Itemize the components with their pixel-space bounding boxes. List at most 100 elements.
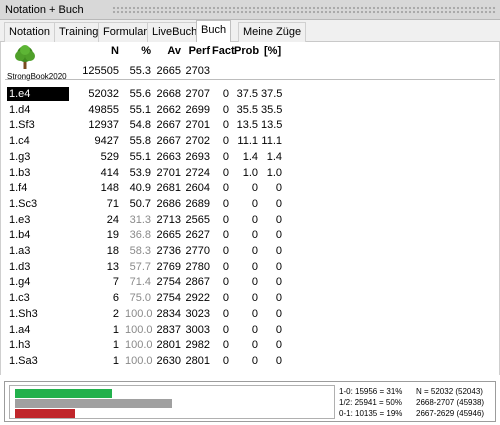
move-probability-percent: 13.5 [261, 119, 283, 132]
tab-training[interactable]: Training [54, 22, 104, 42]
move-row[interactable]: 1.Sh3 2 100.0 2834 3023 0 0 0 [1, 307, 500, 321]
tab-livebuch[interactable]: LiveBuch [147, 22, 203, 42]
move-probability: 0 [251, 339, 258, 352]
move-avg-elo: 2667 [156, 119, 181, 132]
total-av: 2665 [156, 65, 181, 77]
header-divider [5, 79, 495, 80]
col-header-prob-percent[interactable]: [%] [264, 45, 281, 57]
result-bars [9, 385, 335, 419]
col-header-perf[interactable]: Perf [184, 45, 210, 57]
move-probability-percent: 37.5 [261, 88, 283, 100]
move-performance: 3003 [185, 323, 210, 336]
move-name: 1.e3 [9, 213, 31, 226]
move-factor: 0 [222, 119, 229, 132]
move-avg-elo: 2630 [156, 354, 181, 367]
move-name: 1.Sf3 [9, 119, 35, 132]
move-row[interactable]: 1.Sf3 12937 54.8 2667 2701 0 13.5 13.5 [1, 118, 500, 132]
move-row[interactable]: 1.e4 52032 55.6 2668 2707 0 37.5 37.5 [1, 87, 500, 101]
move-row[interactable]: 1.a4 1 100.0 2837 3003 0 0 0 [1, 323, 500, 337]
move-factor: 0 [222, 88, 229, 100]
move-probability: 0 [251, 323, 258, 336]
move-factor: 0 [222, 197, 229, 210]
col-header-prob[interactable]: Prob [234, 45, 259, 57]
move-factor: 0 [222, 135, 229, 148]
move-row[interactable]: 1.c3 6 75.0 2754 2922 0 0 0 [1, 291, 500, 305]
move-row[interactable]: 1.d4 49855 55.1 2662 2699 0 35.5 35.5 [1, 103, 500, 117]
move-avg-elo: 2837 [156, 323, 181, 336]
tab-meine-zuege[interactable]: Meine Züge [238, 22, 307, 42]
move-score: 55.8 [129, 135, 151, 148]
col-header-n[interactable]: N [81, 45, 119, 57]
n-info: N = 52032 (52043) [416, 387, 483, 396]
move-count: 1 [112, 354, 119, 367]
total-percent: 55.3 [129, 65, 151, 77]
window-titlebar[interactable]: Notation + Buch [0, 0, 500, 20]
move-row[interactable]: 1.h3 1 100.0 2801 2982 0 0 0 [1, 338, 500, 352]
move-row[interactable]: 1.d3 13 57.7 2769 2780 0 0 0 [1, 260, 500, 274]
move-row[interactable]: 1.g3 529 55.1 2663 2693 0 1.4 1.4 [1, 150, 500, 164]
move-row[interactable]: 1.f4 148 40.9 2681 2604 0 0 0 [1, 181, 500, 195]
move-name: 1.e4 [7, 87, 69, 101]
move-performance: 2770 [185, 245, 210, 257]
move-probability-percent: 0 [275, 213, 282, 226]
tab-notation[interactable]: Notation [4, 22, 55, 42]
move-name: 1.a4 [9, 323, 31, 336]
move-count: 18 [106, 245, 119, 257]
move-row[interactable]: 1.b3 414 53.9 2701 2724 0 1.0 1.0 [1, 166, 500, 180]
move-avg-elo: 2754 [156, 276, 181, 289]
move-row[interactable]: 1.g4 7 71.4 2754 2867 0 0 0 [1, 275, 500, 289]
draw-range: 2668-2707 (45938) [416, 398, 485, 407]
move-factor: 0 [222, 213, 229, 226]
move-performance: 2689 [185, 197, 210, 210]
move-performance: 2922 [185, 292, 210, 305]
move-name: 1.g3 [9, 150, 31, 163]
move-factor: 0 [222, 307, 229, 320]
move-performance: 2801 [185, 354, 210, 367]
move-avg-elo: 2801 [156, 339, 181, 352]
move-row[interactable]: 1.b4 19 36.8 2665 2627 0 0 0 [1, 228, 500, 242]
black-win-bar [15, 409, 75, 418]
move-factor: 0 [222, 150, 229, 163]
move-avg-elo: 2686 [156, 197, 181, 210]
move-factor: 0 [222, 276, 229, 289]
move-factor: 0 [222, 260, 229, 273]
move-count: 414 [100, 166, 119, 179]
move-name: 1.f4 [9, 182, 28, 195]
move-row[interactable]: 1.Sc3 71 50.7 2686 2689 0 0 0 [1, 197, 500, 211]
draw-bar [15, 399, 172, 408]
move-name: 1.Sh3 [9, 307, 38, 320]
tab-formular[interactable]: Formular [98, 22, 153, 42]
move-avg-elo: 2713 [156, 213, 181, 226]
move-factor: 0 [222, 339, 229, 352]
move-count: 9427 [94, 135, 119, 148]
move-score: 55.1 [129, 103, 151, 116]
move-row[interactable]: 1.c4 9427 55.8 2667 2702 0 11.1 11.1 [1, 134, 500, 148]
move-avg-elo: 2662 [156, 103, 181, 116]
move-score: 75.0 [129, 292, 151, 305]
col-header-percent[interactable]: % [125, 45, 151, 57]
move-probability-percent: 0 [275, 354, 282, 367]
tab-bar: Notation Training Formular LiveBuch Buch… [0, 20, 500, 42]
move-row[interactable]: 1.a3 18 58.3 2736 2770 0 0 0 [1, 244, 500, 258]
move-factor: 0 [222, 354, 229, 367]
col-header-av[interactable]: Av [156, 45, 181, 57]
move-factor: 0 [222, 292, 229, 305]
col-header-fact[interactable]: Fact [212, 45, 235, 57]
move-count: 1 [112, 339, 119, 352]
move-count: 7 [112, 276, 119, 289]
move-score: 55.1 [129, 150, 151, 163]
move-avg-elo: 2701 [156, 166, 181, 179]
move-score: 31.3 [129, 213, 151, 226]
move-name: 1.d4 [9, 103, 31, 116]
move-probability: 0 [251, 260, 258, 273]
move-factor: 0 [222, 229, 229, 242]
move-probability: 0 [251, 276, 258, 289]
move-probability-percent: 0 [275, 182, 282, 195]
tab-buch[interactable]: Buch [196, 20, 232, 42]
move-count: 24 [106, 213, 119, 226]
move-row[interactable]: 1.Sa3 1 100.0 2630 2801 0 0 0 [1, 354, 500, 368]
white-win-bar [15, 389, 112, 398]
move-row[interactable]: 1.e3 24 31.3 2713 2565 0 0 0 [1, 213, 500, 227]
move-probability-percent: 1.0 [266, 166, 282, 179]
black-win-stat: 0-1: 10135 = 19% [339, 409, 403, 418]
